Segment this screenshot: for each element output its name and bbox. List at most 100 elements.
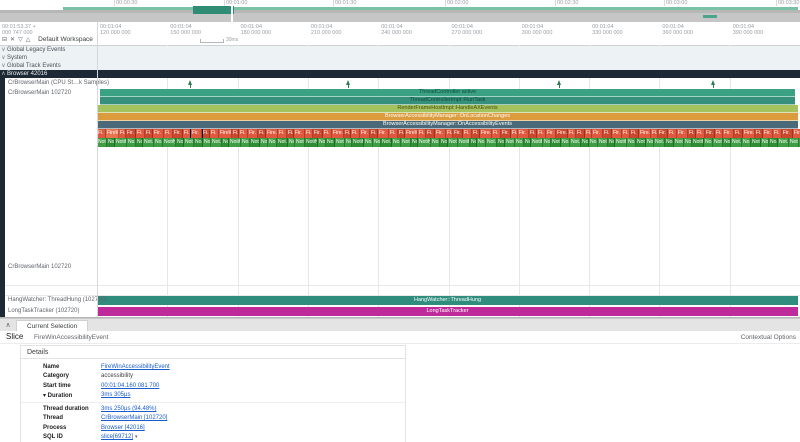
slice[interactable]: Fi. — [426, 129, 435, 138]
slice-bar[interactable]: ThreadController active — [100, 89, 795, 97]
slice[interactable]: Fir. — [313, 129, 323, 138]
slice[interactable]: Fi. — [258, 129, 266, 138]
slice-bar[interactable]: BrowserAccessibilityManager::OnAccessibi… — [97, 121, 798, 129]
slice[interactable]: FireW. — [405, 129, 418, 138]
dropdown-caret-icon[interactable]: ▾ — [135, 434, 138, 440]
slice[interactable]: Fi. — [472, 129, 480, 138]
slice[interactable]: Fir. — [782, 129, 793, 138]
filter-icon[interactable]: ▽ — [18, 36, 23, 43]
longtask-slice-bar[interactable]: LongTaskTracker — [97, 307, 798, 316]
slice[interactable]: Notif. — [352, 138, 364, 147]
slice[interactable]: No. — [665, 138, 674, 147]
slice[interactable]: Fi. — [603, 129, 612, 138]
slice[interactable]: No. — [318, 138, 326, 147]
slice[interactable]: Fi. — [183, 129, 191, 138]
slice[interactable]: Not. — [731, 138, 742, 147]
slice[interactable]: No. — [411, 138, 418, 147]
detail-value[interactable]: 3ms 305µs — [101, 392, 130, 398]
slice[interactable]: FireW. — [106, 129, 119, 138]
slice[interactable]: Fir. — [435, 129, 446, 138]
slice[interactable]: Fire. — [266, 129, 278, 138]
slice[interactable]: FireW. — [219, 129, 232, 138]
slice[interactable]: Not. — [505, 138, 515, 147]
slice[interactable]: Fire. — [556, 129, 568, 138]
slice[interactable]: Fir. — [378, 129, 389, 138]
minimap-viewport-cursor[interactable] — [231, 6, 233, 22]
contextual-options-button[interactable]: Contextual Options — [741, 334, 796, 341]
chevron-down-icon[interactable]: ∨ — [0, 54, 7, 62]
slice[interactable]: Fi. — [351, 129, 360, 138]
slice[interactable]: Notif. — [615, 138, 627, 147]
slice[interactable]: Fir. — [153, 129, 164, 138]
slice[interactable]: Fir. — [723, 129, 734, 138]
slice[interactable]: Fi. — [202, 129, 210, 138]
slice[interactable]: No. — [431, 138, 440, 147]
slice[interactable]: No. — [364, 138, 373, 147]
slice[interactable]: Fi. — [389, 129, 398, 138]
slice[interactable]: No. — [127, 138, 136, 147]
slice[interactable]: No. — [742, 138, 751, 147]
slice[interactable]: Fir. — [126, 129, 136, 138]
cpu-sample-marker[interactable] — [711, 80, 715, 85]
slice[interactable]: Fi. — [136, 129, 145, 138]
slice[interactable]: No. — [392, 138, 401, 147]
slice[interactable]: Notify. — [163, 138, 176, 147]
slice[interactable]: Not. — [486, 138, 497, 147]
slice[interactable]: No. — [608, 138, 615, 147]
chevron-down-icon[interactable]: ∨ — [0, 46, 7, 54]
slice[interactable]: No. — [194, 138, 203, 147]
detail-value[interactable]: FireWinAccessibilityEvent — [101, 364, 170, 370]
slice[interactable]: Fir. — [612, 129, 622, 138]
slice[interactable]: No. — [326, 138, 335, 147]
slice[interactable]: No. — [288, 138, 295, 147]
slice[interactable]: Not. — [184, 138, 194, 147]
slice[interactable]: Fi. — [585, 129, 592, 138]
slice[interactable]: Fi. — [773, 129, 782, 138]
slice[interactable]: Not. — [448, 138, 458, 147]
slice[interactable]: Not. — [381, 138, 392, 147]
slice[interactable]: No. — [241, 138, 250, 147]
slice[interactable]: No. — [203, 138, 211, 147]
slice[interactable]: Not. — [277, 138, 288, 147]
slice[interactable]: No. — [543, 138, 551, 147]
slice[interactable]: Fi. — [622, 129, 630, 138]
clear-icon[interactable]: ✕ — [10, 36, 15, 43]
slice[interactable]: Fi. — [568, 129, 576, 138]
slice[interactable]: Notify. — [418, 138, 431, 147]
slice[interactable]: Fi. — [164, 129, 173, 138]
process-group-browser[interactable]: ∧Browser 42016 — [0, 70, 800, 78]
detail-value[interactable]: slice[69712]▾ — [101, 434, 138, 440]
slice[interactable]: Fi. — [97, 129, 106, 138]
slice[interactable]: Not. — [751, 138, 761, 147]
slice[interactable]: Fi. — [576, 129, 585, 138]
slice[interactable]: Fi. — [278, 129, 287, 138]
slice[interactable]: Fir. — [763, 129, 773, 138]
slice[interactable]: Fi. — [668, 129, 677, 138]
slice[interactable]: No. — [260, 138, 268, 147]
chevron-up-icon[interactable]: ∧ — [0, 70, 7, 78]
slice[interactable]: Fir. — [191, 129, 202, 138]
slice[interactable]: Notif. — [115, 138, 127, 147]
slice[interactable]: Fi. — [119, 129, 126, 138]
hangwatcher-slice-bar[interactable]: HangWatcher::ThreadHung — [97, 296, 798, 305]
slice[interactable]: Not. — [211, 138, 222, 147]
slice[interactable]: Not. — [570, 138, 581, 147]
slice[interactable]: Fir. — [518, 129, 529, 138]
slice-bar[interactable]: RenderFrameHostImpl::HandleAXEvents — [97, 105, 798, 113]
slice[interactable]: No. — [515, 138, 524, 147]
slice[interactable]: Fir. — [294, 129, 305, 138]
slice[interactable]: Not. — [551, 138, 561, 147]
detail-value[interactable]: CrBrowserMain [102720] — [101, 415, 167, 421]
slice[interactable]: No. — [627, 138, 636, 147]
slice[interactable]: Fi. — [688, 129, 696, 138]
slice[interactable]: Fire. — [743, 129, 755, 138]
slice[interactable]: No. — [268, 138, 277, 147]
slice[interactable]: Fir. — [705, 129, 715, 138]
slice[interactable]: Fir. — [453, 129, 463, 138]
slice[interactable]: Not. — [598, 138, 608, 147]
slice[interactable]: No. — [769, 138, 778, 147]
overview-minimap[interactable]: 00:00:3000:01:0000:01:3000:02:0000:02:30… — [0, 0, 800, 23]
slice[interactable]: Fire. — [332, 129, 344, 138]
track-label-crbrowsermain-2[interactable]: CrBrowserMain 102720 — [8, 264, 71, 270]
slice[interactable]: Fir. — [546, 129, 556, 138]
